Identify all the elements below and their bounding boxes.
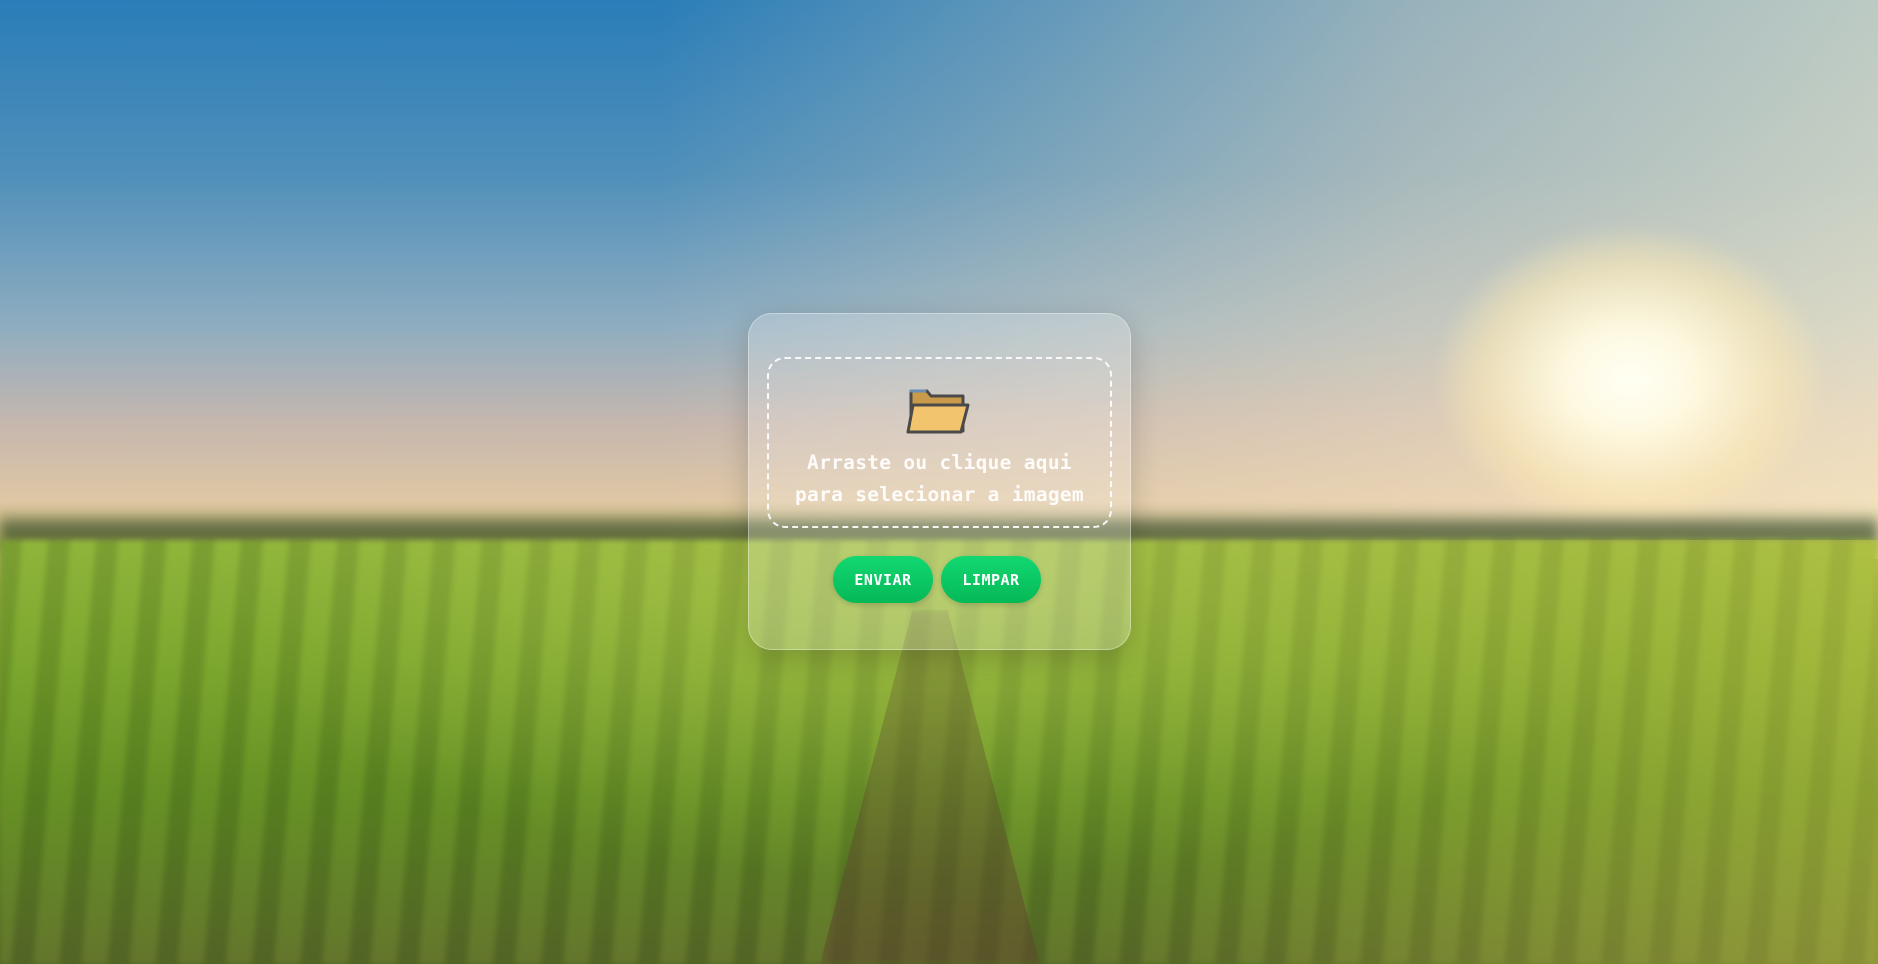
upload-card: Arraste ou clique aqui para selecionar a…: [748, 313, 1131, 650]
folder-icon: [906, 389, 970, 434]
field-sunlight: [1100, 540, 1878, 964]
image-dropzone[interactable]: Arraste ou clique aqui para selecionar a…: [767, 357, 1112, 528]
send-button[interactable]: ENVIAR: [833, 556, 933, 603]
sun: [1440, 230, 1820, 530]
dropzone-instructions: Arraste ou clique aqui para selecionar a…: [769, 447, 1110, 511]
dropzone-line-1: Arraste ou clique aqui: [807, 451, 1072, 474]
dropzone-line-2: para selecionar a imagem: [795, 483, 1084, 506]
clear-button[interactable]: LIMPAR: [941, 556, 1041, 603]
